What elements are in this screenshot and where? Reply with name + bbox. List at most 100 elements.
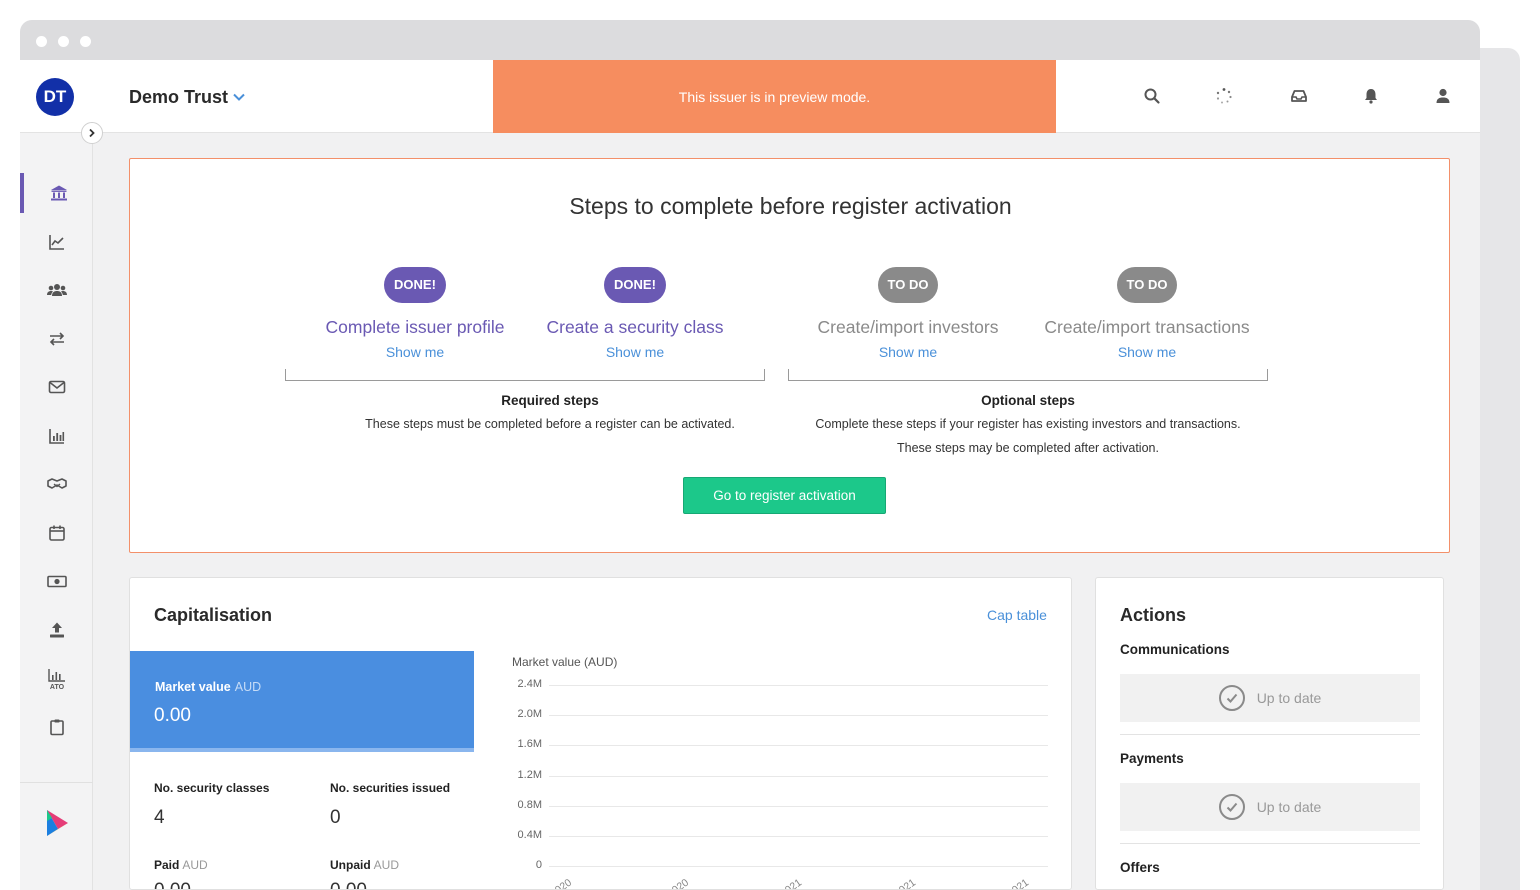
steps-title: Steps to complete before register activa… bbox=[569, 193, 1012, 219]
show-me-link[interactable]: Show me bbox=[788, 344, 1028, 360]
status-badge: TO DO bbox=[1116, 267, 1178, 303]
paid-label: Paid AUD bbox=[154, 858, 208, 872]
sidebar-item-tasks[interactable] bbox=[20, 707, 93, 747]
sidebar-item-calendar[interactable] bbox=[20, 513, 93, 553]
gridline bbox=[549, 866, 1048, 868]
top-bar: DT Demo Trust This issuer is in preview … bbox=[20, 60, 1480, 133]
required-steps-bracket bbox=[285, 369, 765, 381]
sidebar-item-transfers[interactable] bbox=[20, 319, 93, 359]
section-divider bbox=[1120, 843, 1420, 844]
bar-chart-icon bbox=[48, 429, 64, 444]
sidebar-collapse-button[interactable] bbox=[81, 122, 103, 144]
issuer-avatar[interactable]: DT bbox=[36, 78, 74, 116]
search-icon[interactable] bbox=[1142, 86, 1162, 106]
sidebar-item-upload[interactable] bbox=[20, 610, 93, 650]
gridline bbox=[549, 745, 1048, 747]
payments-section-title: Payments bbox=[1120, 751, 1184, 766]
users-icon bbox=[46, 284, 67, 296]
paid-value: 0.00 bbox=[154, 880, 191, 889]
browser-window: DT Demo Trust This issuer is in preview … bbox=[20, 20, 1480, 890]
sidebar-item-brand[interactable] bbox=[20, 803, 93, 843]
x-tick-label: 2021 bbox=[1005, 876, 1032, 890]
required-steps-description: These steps must be completed before a r… bbox=[365, 417, 735, 431]
sidebar-item-ato-report[interactable]: ATO bbox=[20, 659, 93, 699]
capitalisation-card: Capitalisation Cap table Market value AUD… bbox=[129, 577, 1072, 890]
show-me-link[interactable]: Show me bbox=[1027, 344, 1267, 360]
brand-logo-icon bbox=[46, 810, 68, 836]
chart-line-icon bbox=[48, 235, 64, 250]
market-value: 0.00 bbox=[154, 705, 191, 726]
status-badge: DONE! bbox=[384, 267, 446, 303]
check-circle-icon bbox=[1218, 685, 1245, 711]
money-icon bbox=[46, 575, 67, 588]
x-tick-label: 2020 bbox=[665, 876, 692, 890]
window-dot-maximize[interactable] bbox=[80, 36, 91, 47]
security-classes-label: No. security classes bbox=[154, 781, 270, 795]
preview-banner-text: This issuer is in preview mode. bbox=[678, 88, 871, 105]
security-classes-value: 4 bbox=[154, 807, 165, 828]
bell-icon[interactable] bbox=[1361, 86, 1381, 106]
user-icon[interactable] bbox=[1433, 86, 1453, 106]
required-steps-title: Required steps bbox=[501, 393, 599, 408]
window-dot-close[interactable] bbox=[36, 36, 47, 47]
step-title: Complete issuer profile bbox=[325, 317, 505, 337]
chevron-right-icon bbox=[89, 128, 95, 138]
sidebar-divider bbox=[20, 782, 93, 783]
paid-unit: AUD bbox=[182, 858, 208, 872]
gridline bbox=[549, 836, 1048, 837]
paid-label-text: Paid bbox=[154, 858, 180, 872]
show-me-link[interactable]: Show me bbox=[515, 344, 755, 360]
check-circle-icon bbox=[1218, 794, 1245, 820]
sidebar-item-analytics[interactable] bbox=[20, 222, 93, 262]
optional-steps-description: Complete these steps if your register ha… bbox=[815, 417, 1241, 431]
optional-steps-note: These steps may be completed after activ… bbox=[897, 441, 1159, 455]
unpaid-unit: AUD bbox=[373, 858, 400, 872]
window-shadow bbox=[1480, 48, 1520, 890]
inbox-icon[interactable] bbox=[1289, 86, 1309, 106]
securities-issued-label: No. securities issued bbox=[330, 781, 451, 795]
unpaid-value: 0.00 bbox=[330, 880, 367, 889]
market-value-panel: Market value AUD 0.00 bbox=[130, 651, 474, 752]
x-tick-label: 2021 bbox=[778, 876, 805, 890]
sidebar-item-reports[interactable] bbox=[20, 416, 93, 456]
window-dot-minimize[interactable] bbox=[58, 36, 69, 47]
y-tick-label: 2.4M bbox=[517, 678, 542, 690]
ato-label: ATO bbox=[49, 684, 64, 691]
loading-spinner-icon[interactable] bbox=[1214, 86, 1234, 106]
y-tick-label: 0.8M bbox=[517, 798, 542, 811]
actions-title: Actions bbox=[1120, 605, 1187, 625]
cap-table-link[interactable]: Cap table bbox=[987, 607, 1047, 623]
sidebar-item-communications[interactable] bbox=[20, 367, 93, 407]
gridline bbox=[549, 775, 1048, 777]
chevron-down-icon[interactable] bbox=[232, 90, 246, 104]
transfer-icon bbox=[49, 332, 64, 346]
bank-icon bbox=[50, 185, 67, 201]
actions-card: Actions Communications Up to date Paymen… bbox=[1095, 577, 1444, 890]
sidebar-item-offers[interactable] bbox=[20, 464, 93, 504]
section-divider bbox=[1120, 734, 1420, 735]
issuer-name[interactable]: Demo Trust bbox=[129, 87, 228, 108]
unpaid-label: Unpaid AUD bbox=[330, 858, 399, 872]
optional-steps-bracket bbox=[788, 369, 1268, 381]
x-tick-label: 2021 bbox=[892, 876, 919, 890]
y-tick-label: 1.2M bbox=[517, 768, 542, 781]
sidebar-item-dashboard[interactable] bbox=[20, 173, 93, 213]
sidebar-item-payments[interactable] bbox=[20, 561, 93, 601]
y-tick-label: 1.6M bbox=[517, 738, 542, 751]
y-tick-label: 0.4M bbox=[517, 829, 542, 841]
communications-status: Up to date bbox=[1120, 674, 1420, 722]
gridline bbox=[549, 715, 1048, 717]
calendar-icon bbox=[48, 525, 65, 541]
communications-section-title: Communications bbox=[1120, 642, 1230, 657]
sidebar-item-investors[interactable] bbox=[20, 270, 93, 310]
activation-steps-card: Steps to complete before register activa… bbox=[129, 158, 1450, 553]
step-import-transactions: TO DO Create/import transactions Show me bbox=[1027, 267, 1267, 360]
go-to-register-activation-button[interactable]: Go to register activation bbox=[683, 477, 886, 514]
communications-status-text: Up to date bbox=[1256, 690, 1322, 706]
step-issuer-profile: DONE! Complete issuer profile Show me bbox=[295, 267, 535, 360]
offers-section-title: Offers bbox=[1120, 860, 1160, 875]
chart-y-axis-title: Market value (AUD) bbox=[512, 655, 618, 669]
unpaid-label-text: Unpaid bbox=[330, 858, 371, 872]
show-me-link[interactable]: Show me bbox=[295, 344, 535, 360]
market-value-label-text: Market value bbox=[155, 680, 231, 694]
